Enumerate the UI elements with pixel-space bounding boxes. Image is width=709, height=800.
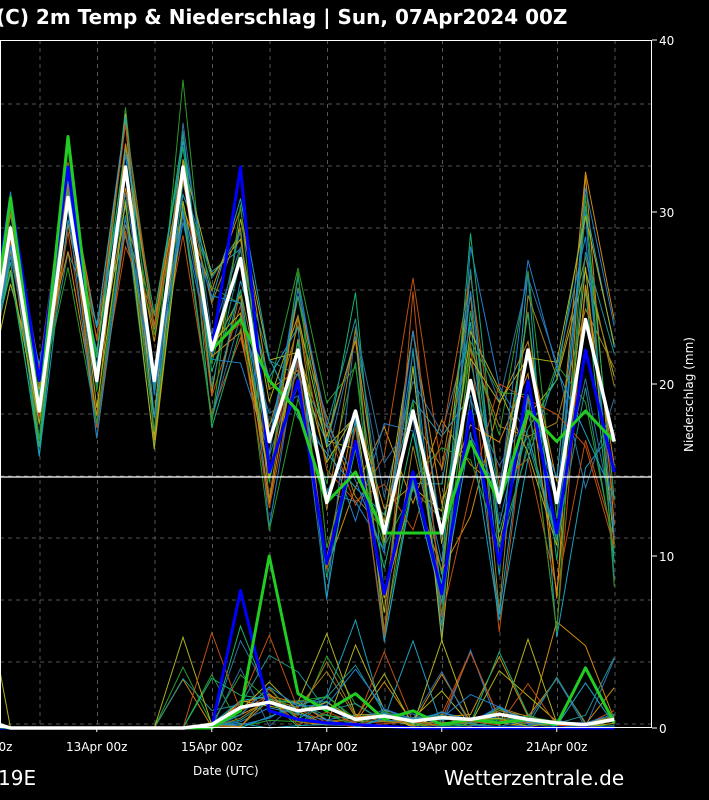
x-tick-label: 21Apr 00z [526,740,587,754]
chart-title: (C) 2m Temp & Niederschlag | Sun, 07Apr2… [0,5,567,29]
y-tick-label: 30 [659,206,674,220]
footer-source: Wetterzentrale.de [444,766,624,790]
x-tick-label: 19Apr 00z [411,740,472,754]
y-tick-label: 0 [659,722,667,736]
y-tick-label: 40 [659,34,674,48]
x-tick-label: 15Apr 00z [181,740,242,754]
meteogram-chart: 0 10 20 30 40 11Apr 00z 13Apr 00z 15Apr 00z 17A… [0,0,709,800]
x-tick-label: 13Apr 00z [66,740,127,754]
x-tick-label: 11Apr 00z [0,740,12,754]
x-tick-label: 17Apr 00z [296,740,357,754]
y-tick-label: 20 [659,378,674,392]
footer-location: 19E [0,766,36,790]
y-axis-label: Niederschlag (mm) [682,337,696,452]
x-axis-label: Date (UTC) [193,764,259,778]
y-tick-label: 10 [659,550,674,564]
